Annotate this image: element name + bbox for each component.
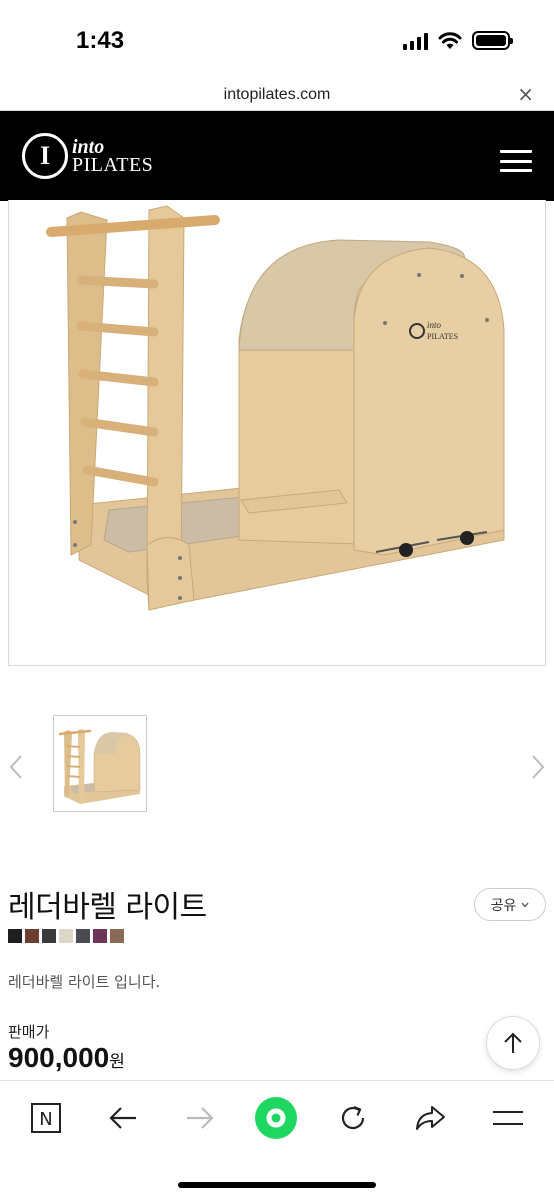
forward-arrow-icon <box>187 1107 214 1129</box>
battery-icon <box>472 31 513 50</box>
naver-n-icon: N <box>31 1103 61 1133</box>
site-logo[interactable]: I into PILATES <box>22 133 153 179</box>
refresh-button[interactable] <box>331 1096 375 1140</box>
cellular-signal-icon <box>403 32 428 50</box>
product-main-image: into PILATES <box>8 200 546 666</box>
ladder-barrel-illustration: into PILATES <box>46 205 505 611</box>
product-description: 레더바렐 라이트 입니다. <box>8 973 161 991</box>
product-name: 레더바렐 라이트 <box>8 890 207 925</box>
share-label: 공유 <box>490 897 517 914</box>
price-label: 판매가 <box>8 1023 50 1041</box>
status-bar: 1:43 <box>0 0 554 80</box>
refresh-icon <box>341 1105 365 1130</box>
color-swatches <box>8 929 124 943</box>
hamburger-menu-icon[interactable] <box>500 150 532 172</box>
share-page-button[interactable] <box>408 1096 452 1140</box>
product-price: 900,000원 <box>8 1042 125 1074</box>
url-bar[interactable]: intopilates.com × <box>0 80 554 111</box>
color-swatch <box>76 929 90 943</box>
color-swatch <box>25 929 39 943</box>
share-button[interactable]: 공유 <box>474 888 546 921</box>
home-indicator <box>178 1182 376 1188</box>
product-thumbnail[interactable] <box>53 715 147 812</box>
thumbnail-illustration <box>58 729 141 804</box>
green-action-button[interactable] <box>254 1096 298 1140</box>
green-dot-icon <box>255 1097 297 1139</box>
color-swatch <box>8 929 22 943</box>
site-header: I into PILATES <box>0 111 554 201</box>
naver-home-button[interactable]: N <box>24 1096 68 1140</box>
price-unit: 원 <box>109 1052 125 1072</box>
chevron-right-icon[interactable] <box>528 752 548 782</box>
scroll-to-top-button[interactable] <box>486 1016 540 1070</box>
chevron-down-icon <box>521 902 529 908</box>
svg-text:PILATES: PILATES <box>427 332 458 341</box>
wifi-icon <box>438 31 462 49</box>
forward-button[interactable] <box>178 1096 222 1140</box>
price-value: 900,000 <box>8 1042 110 1073</box>
logo-pilates: PILATES <box>72 154 154 176</box>
arrow-up-icon <box>504 1032 522 1053</box>
close-icon[interactable]: × <box>517 84 534 104</box>
logo-wordmark: into PILATES <box>72 137 154 176</box>
share-arrow-icon <box>416 1106 445 1130</box>
svg-text:into: into <box>427 320 442 330</box>
back-arrow-icon <box>109 1107 136 1129</box>
color-swatch <box>59 929 73 943</box>
svg-text:N: N <box>39 1109 52 1130</box>
back-button[interactable] <box>101 1096 145 1140</box>
color-swatch <box>42 929 56 943</box>
url-text[interactable]: intopilates.com <box>0 86 554 104</box>
menu-lines-icon <box>493 1111 523 1125</box>
chevron-left-icon[interactable] <box>6 752 26 782</box>
logo-mark: I <box>22 133 68 179</box>
color-swatch <box>110 929 124 943</box>
status-icons <box>403 31 513 50</box>
status-time: 1:43 <box>76 27 125 54</box>
color-swatch <box>93 929 107 943</box>
browser-menu-button[interactable] <box>486 1096 530 1140</box>
